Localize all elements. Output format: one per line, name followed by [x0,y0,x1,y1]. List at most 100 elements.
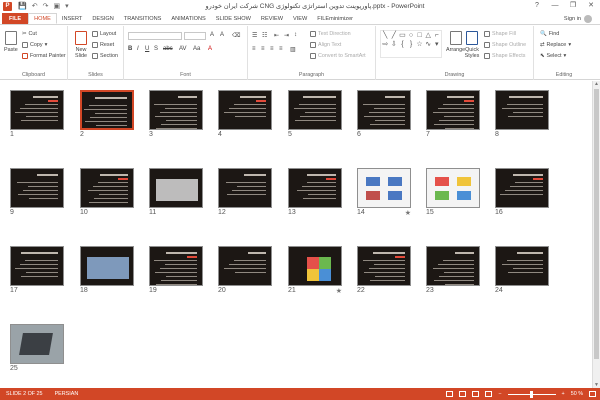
shape-fill-button[interactable]: Shape Fill [484,31,516,37]
bold-icon[interactable]: B [128,46,132,52]
scroll-up-icon[interactable]: ▲ [593,81,600,87]
shape-outline-button[interactable]: Shape Outline [484,42,526,48]
arrow-shape-icon[interactable]: ⇨ [381,40,390,49]
slide-thumbnail[interactable] [426,246,480,286]
rectangle-shape-icon[interactable]: □ [415,31,424,40]
grow-font-icon[interactable]: A [210,32,214,38]
slide-thumbnail-item[interactable]: 21 ★ [288,246,342,297]
line-shape-icon[interactable]: ╲ [381,31,390,40]
zoom-slider[interactable] [507,390,556,398]
zoom-level[interactable]: 50 % [571,391,583,397]
slide-thumbnail[interactable] [218,90,272,130]
slide-thumbnail[interactable] [10,324,64,364]
sign-in-area[interactable]: Sign in [564,15,592,23]
restore-button[interactable]: ❐ [564,0,582,12]
more-shapes-icon[interactable]: ▾ [432,40,441,49]
slide-thumbnail-item[interactable]: 13 [288,168,342,219]
slide-thumbnail-item[interactable]: 12 [218,168,272,219]
select-button[interactable]: ⬉ Select ▾ [540,53,566,59]
slide-thumbnail[interactable] [357,168,411,208]
triangle-shape-icon[interactable]: △ [424,31,433,40]
rectangle-shape-icon[interactable]: ▭ [398,31,407,40]
tab-animations[interactable]: ANIMATIONS [166,13,210,24]
brace-shape-icon[interactable]: } [407,40,416,49]
slide-thumbnail-item[interactable]: 11 [149,168,203,219]
slide-thumbnail-item[interactable]: 9 [10,168,64,219]
align-right-icon[interactable]: ≡ [270,46,274,52]
slide-thumbnail-item[interactable]: 4 [218,90,272,141]
bullets-icon[interactable]: ☰ [252,32,257,39]
align-left-icon[interactable]: ≡ [252,46,256,52]
slide-thumbnail-item[interactable]: 1 [10,90,64,141]
vertical-scrollbar[interactable]: ▲ ▼ [592,81,600,388]
slide-thumbnail-item[interactable]: 20 [218,246,272,297]
slide-thumbnail[interactable] [495,168,549,208]
slide-thumbnail[interactable] [288,90,342,130]
slide-thumbnail-item[interactable]: 19 [149,246,203,297]
slide-thumbnail[interactable] [80,246,134,286]
star-shape-icon[interactable]: ☆ [415,40,424,49]
cut-button[interactable]: ✂ Cut [22,31,37,37]
zoom-out-icon[interactable]: − [498,391,501,397]
line-shape-icon[interactable]: ⌐ [432,31,441,40]
line-shape-icon[interactable]: ╱ [390,31,399,40]
zoom-slider-knob[interactable] [529,390,533,398]
slide-thumbnail[interactable] [149,90,203,130]
slide-thumbnail-item[interactable]: 15 [426,168,480,219]
align-center-icon[interactable]: ≡ [261,46,265,52]
tab-file[interactable]: FILE [2,13,29,24]
tab-home[interactable]: HOME [28,13,57,24]
find-button[interactable]: 🔍 Find [540,31,559,37]
text-direction-button[interactable]: Text Direction [310,31,351,37]
slide-thumbnail[interactable] [218,168,272,208]
slide-thumbnail-item[interactable]: 2 [80,90,134,141]
line-spacing-icon[interactable]: ↕ [294,32,297,38]
slide-sorter-view-icon[interactable] [459,391,467,397]
slide-thumbnail[interactable] [10,168,64,208]
oval-shape-icon[interactable]: ○ [407,31,416,40]
font-name-combo[interactable] [128,32,182,40]
convert-smartart-button[interactable]: Convert to SmartArt [310,53,366,59]
brace-shape-icon[interactable]: { [398,40,407,49]
redo-icon[interactable]: ↷ [43,2,49,10]
reset-button[interactable]: Reset [92,42,114,48]
slide-sorter[interactable]: 1 2 3 4 5 6 7 8 9 10 11 12 13 14 ★ 15 16 17 18 19 20 21 ★ 22 23 2… [0,81,592,388]
clear-format-icon[interactable]: ⌫ [232,32,240,39]
slide-thumbnail[interactable] [149,168,203,208]
quick-styles-button[interactable]: Quick Styles [464,31,480,59]
tab-design[interactable]: DESIGN [87,13,118,24]
save-icon[interactable]: 💾 [18,2,27,10]
close-button[interactable]: ✕ [582,0,600,12]
tab-slide-show[interactable]: SLIDE SHOW [211,13,256,24]
fit-to-window-icon[interactable] [589,391,596,397]
change-case-icon[interactable]: Aa [193,46,200,52]
layout-button[interactable]: Layout [92,31,116,37]
italic-icon[interactable]: I [137,46,139,52]
sign-in-link[interactable]: Sign in [564,16,581,22]
scroll-thumb[interactable] [594,89,599,359]
shrink-font-icon[interactable]: A [220,32,224,38]
copy-button[interactable]: Copy ▾ [22,42,47,48]
slide-thumbnail-item[interactable]: 17 [10,246,64,297]
columns-icon[interactable]: ▥ [290,46,296,53]
minimize-button[interactable]: — [546,0,564,12]
slide-thumbnail-item[interactable]: 5 [288,90,342,141]
slide-thumbnail-item[interactable]: 3 [149,90,203,141]
numbering-icon[interactable]: ☷ [262,32,267,39]
replace-button[interactable]: ⇄ Replace ▾ [540,42,571,48]
tab-view[interactable]: VIEW [288,13,312,24]
format-painter-button[interactable]: Format Painter [22,53,66,59]
slide-thumbnail-item[interactable]: 23 [426,246,480,297]
slide-thumbnail[interactable] [80,90,134,130]
slide-thumbnail[interactable] [288,168,342,208]
help-button[interactable]: ? [528,0,546,12]
tab-transitions[interactable]: TRANSITIONS [119,13,167,24]
underline-icon[interactable]: U [145,46,149,52]
font-color-icon[interactable]: A [208,46,212,52]
slide-thumbnail[interactable] [357,90,411,130]
decrease-indent-icon[interactable]: ⇤ [274,32,279,39]
slide-thumbnail-item[interactable]: 16 [495,168,549,219]
slide-thumbnail-item[interactable]: 7 [426,90,480,141]
slide-thumbnail-item[interactable]: 10 [80,168,134,219]
tab-insert[interactable]: INSERT [57,13,87,24]
